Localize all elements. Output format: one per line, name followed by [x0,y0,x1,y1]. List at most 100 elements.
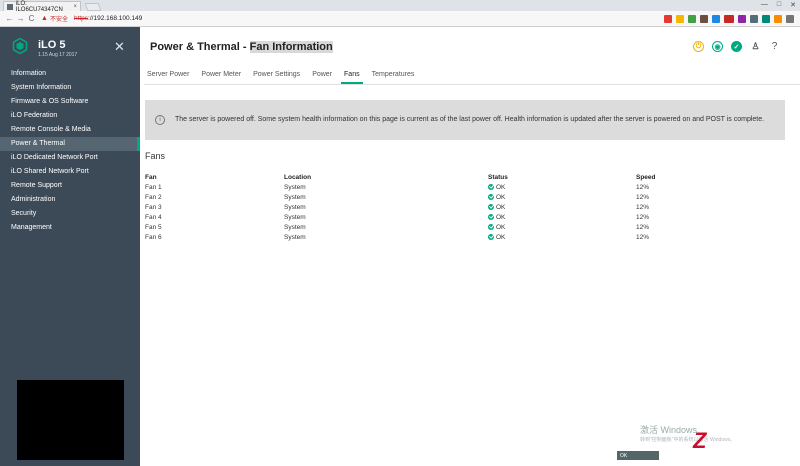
status-ok-icon [488,193,494,200]
sidebar-nav: Information System Information Firmware … [0,67,140,235]
watermark-subtitle: 转到"控制面板"中的系统以激活 Windows。 [640,437,736,443]
forward-icon[interactable]: → [15,14,26,23]
back-icon[interactable]: ← [4,14,15,23]
sidebar-item-management[interactable]: Management [0,221,140,235]
extension-badge-icon[interactable] [724,14,734,23]
ilo-logo-icon [12,38,28,54]
help-icon[interactable]: ? [769,41,780,52]
fan-speed: 12% [636,233,650,241]
fan-name: Fan 1 [145,183,162,191]
tab-power[interactable]: Power [309,67,335,84]
main-content: Power & Thermal - Fan Information ⏻ ◉ ✓ … [140,27,800,466]
minimize-icon[interactable]: — [761,1,768,9]
fan-status: OK [488,192,636,202]
column-header-fan: Fan [145,173,157,181]
fan-status-text: OK [496,213,506,221]
fan-name: Fan 6 [145,233,162,241]
sidebar-item-firmware[interactable]: Firmware & OS Software [0,95,140,109]
extension-blue-icon[interactable] [712,14,720,23]
uid-icon[interactable]: ◉ [712,41,723,52]
user-icon[interactable]: ♙ [750,41,761,52]
window-controls: — □ ✕ [761,1,796,9]
console-thumbnail[interactable] [17,380,124,460]
window-close-icon[interactable]: ✕ [790,1,796,9]
extension-red-icon[interactable] [664,14,672,23]
column-header-status: Status [488,173,508,181]
extension-orange-icon[interactable] [774,14,782,23]
fan-status: OK [488,232,636,242]
url-host: ://192.168.100.149 [88,15,143,22]
fan-speed: 12% [636,223,650,231]
status-ok-icon [488,213,494,220]
sidebar-item-ilo-federation[interactable]: iLO Federation [0,109,140,123]
power-icon[interactable]: ⏻ [693,41,704,52]
fan-status-text: OK [496,193,506,201]
new-tab-button[interactable] [84,3,102,11]
sidebar-close-icon[interactable]: ✕ [114,39,125,55]
sidebar-item-administration[interactable]: Administration [0,193,140,207]
extension-brown-icon[interactable] [700,14,708,23]
url-field[interactable]: https://192.168.100.149 [74,15,142,22]
header-icons: ⏻ ◉ ✓ ♙ ? [693,41,780,52]
security-label: 不安全 [49,17,68,23]
fan-location: System [284,213,306,221]
tab-power-meter[interactable]: Power Meter [198,67,244,84]
fan-speed: 12% [636,183,650,191]
sidebar: iLO 5 1.15 Aug 17 2017 ✕ Information Sys… [0,27,140,466]
maximize-icon[interactable]: □ [777,1,781,9]
security-indicator[interactable]: ▲ 不安全 [41,14,68,23]
tab-close-icon[interactable]: × [73,4,77,10]
fan-speed: 12% [636,213,650,221]
info-icon: i [155,115,165,125]
sidebar-item-shared-network-port[interactable]: iLO Shared Network Port [0,165,140,179]
fan-speed: 12% [636,193,650,201]
status-ok-icon [488,203,494,210]
browser-tab[interactable]: iLO: ILO6CU74347CN × [3,1,81,13]
fan-location: System [284,223,306,231]
site-watermark-logo: Z [693,428,707,453]
menu-icon[interactable] [786,14,794,23]
table-row: Fan 1 System OK 12% [145,182,785,192]
fan-status: OK [488,212,636,222]
extension-icons [664,14,800,23]
fans-table: Fan Location Status Speed Fan 1 System O… [145,172,785,242]
sidebar-item-information[interactable]: Information [0,67,140,81]
fan-status: OK [488,222,636,232]
browser-tab-bar: iLO: ILO6CU74347CN × — □ ✕ [0,0,800,13]
table-row: Fan 5 System OK 12% [145,222,785,232]
fan-status: OK [488,202,636,212]
windows-activation-watermark: 激活 Windows 转到"控制面板"中的系统以激活 Windows。 [640,423,735,443]
table-header-row: Fan Location Status Speed [145,172,785,182]
taskbar-label: OK [620,452,628,459]
fan-status-text: OK [496,233,506,241]
tab-fans[interactable]: Fans [341,67,363,84]
page-title: Power & Thermal - Fan Information [150,41,333,53]
health-ok-icon[interactable]: ✓ [731,41,742,52]
sidebar-item-system-information[interactable]: System Information [0,81,140,95]
sidebar-item-security[interactable]: Security [0,207,140,221]
extension-purple-icon[interactable] [738,14,746,23]
fan-speed: 12% [636,203,650,211]
table-row: Fan 4 System OK 12% [145,212,785,222]
tab-power-settings[interactable]: Power Settings [250,67,303,84]
product-name: iLO 5 [38,39,66,51]
extension-teal-icon[interactable] [762,14,770,23]
status-ok-icon [488,183,494,190]
fan-location: System [284,203,306,211]
tab-temperatures[interactable]: Temperatures [369,67,418,84]
sidebar-item-power-thermal[interactable]: Power & Thermal [0,137,140,151]
table-row: Fan 2 System OK 12% [145,192,785,202]
star-icon[interactable] [676,14,684,23]
mail-icon[interactable] [750,14,758,23]
extension-green-icon[interactable] [688,14,696,23]
sidebar-item-remote-console[interactable]: Remote Console & Media [0,123,140,137]
power-off-notice: i The server is powered off. Some system… [145,100,785,140]
fan-name: Fan 4 [145,213,162,221]
tab-server-power[interactable]: Server Power [144,67,192,84]
fan-status-text: OK [496,223,506,231]
fan-name: Fan 5 [145,223,162,231]
sidebar-item-remote-support[interactable]: Remote Support [0,179,140,193]
reload-icon[interactable]: C [26,14,37,23]
sidebar-item-dedicated-network-port[interactable]: iLO Dedicated Network Port [0,151,140,165]
page-title-highlight: Fan Information [249,41,333,53]
